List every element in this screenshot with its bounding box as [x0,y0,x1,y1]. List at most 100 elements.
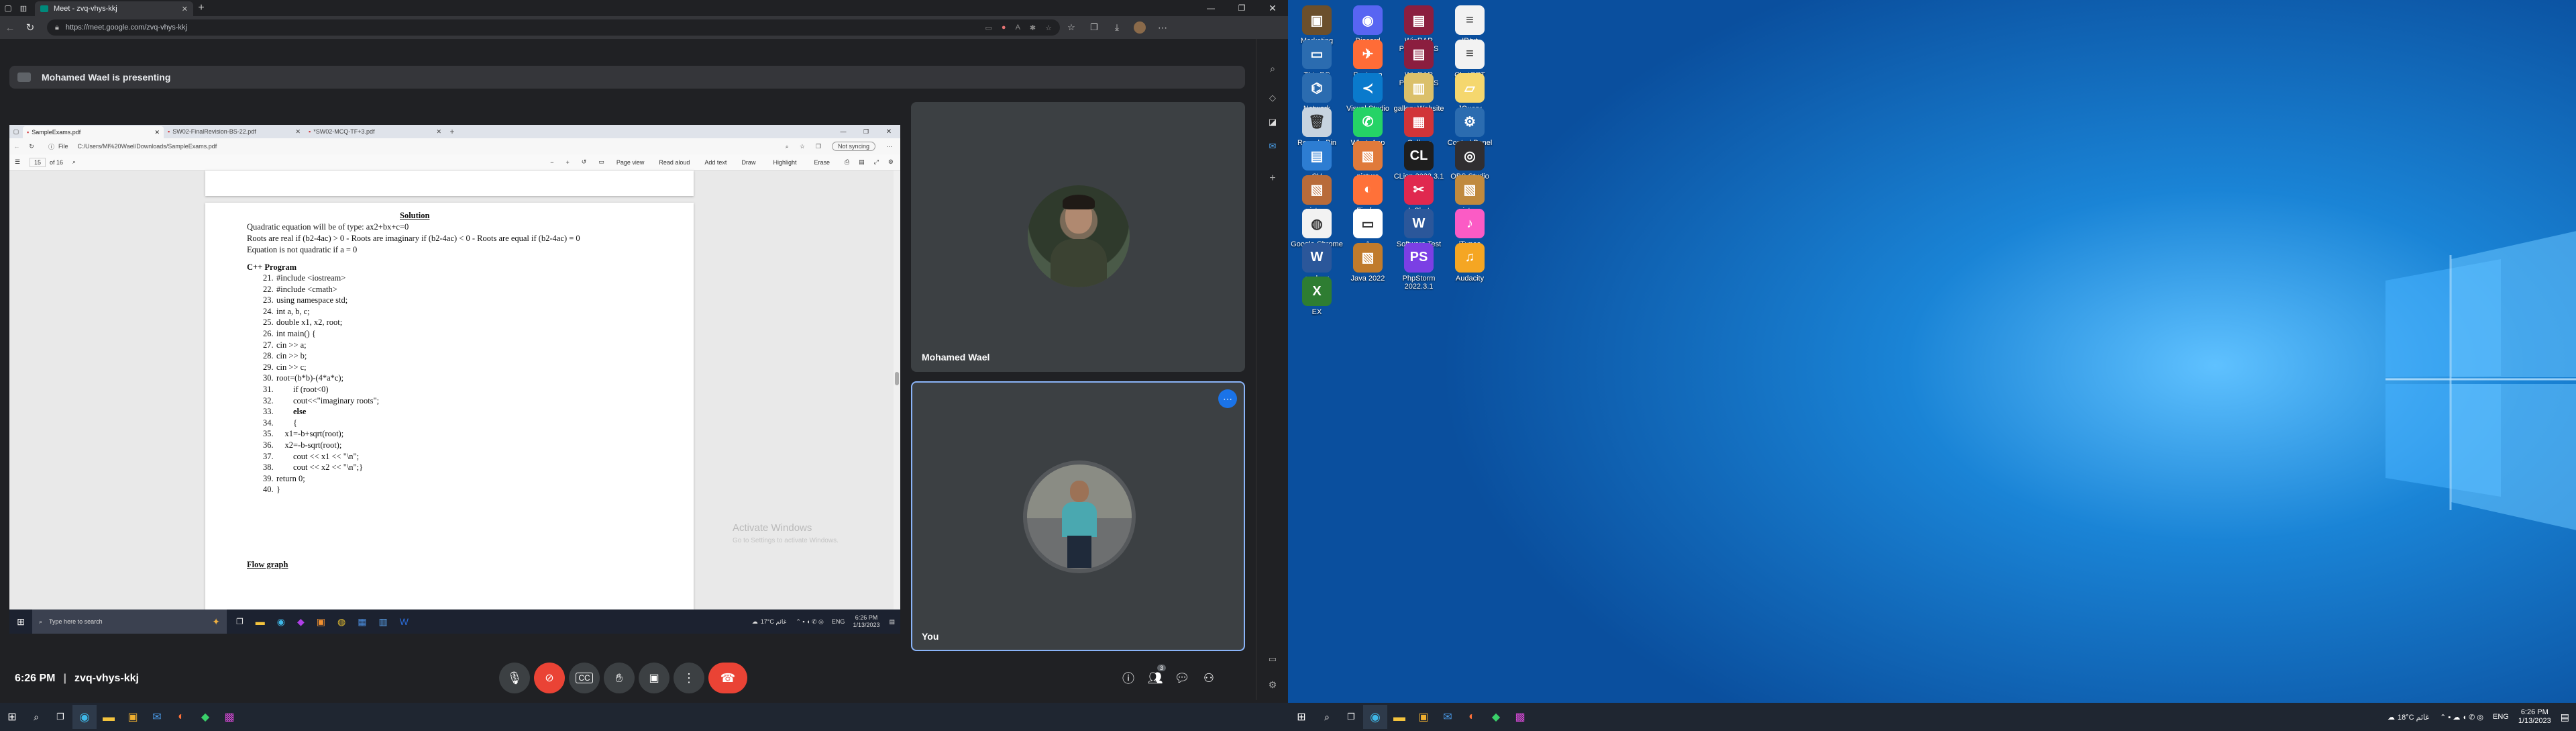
camera-off-button[interactable]: ⊘ [534,663,565,693]
camera-icon[interactable]: ▭ [985,23,992,32]
desktop-icon[interactable]: ♫ Audacity [1442,242,1497,283]
notification-icon[interactable]: ▤ [2561,712,2569,723]
desktop-app-icon: ▤ [1404,5,1434,35]
edge-taskbar-icon[interactable]: ◉ [72,705,97,729]
reload-icon[interactable]: ↻ [20,21,40,34]
presenting-text: Mohamed Wael is presenting [42,72,171,83]
sidebar-layout-icon[interactable]: ▭ [1265,651,1281,667]
back-icon[interactable]: ← [0,22,20,34]
shared-reload-icon: ↻ [29,142,34,150]
sidebar-outlook-icon[interactable]: ✉ [1265,138,1281,154]
collections-icon[interactable]: ❐ [1083,22,1106,33]
extensions-icon[interactable]: ✱ [1030,23,1036,32]
pdf-code-line: #include <cmath> [276,284,337,294]
taskview-icon[interactable]: ❐ [48,705,72,729]
clock[interactable]: 6:26 PM 1/13/2023 [2518,708,2551,726]
participant-tile-mohamed[interactable]: Mohamed Wael [911,102,1245,372]
shared-word-icon: W [399,616,409,627]
shared-tab-3: ▪ *SW02-MCQ-TF+3.pdf ✕ [309,128,441,136]
explorer-taskbar-icon[interactable]: ▬ [1387,705,1411,729]
desktop-icon[interactable]: PS PhpStorm 2022.3.1 [1391,242,1446,291]
pdf-icon: ▪ [27,129,30,136]
sidebar-office-icon[interactable]: ◪ [1265,114,1281,130]
language-indicator[interactable]: ENG [2493,713,2509,721]
workspaces-icon[interactable]: ▥ [16,0,31,16]
edge-taskbar-icon[interactable]: ◉ [1363,705,1387,729]
search-icon[interactable]: ⌕ [24,705,48,729]
new-tab-icon[interactable]: + [193,0,209,16]
pdf-code-line: cout << x1 << "\n"; [276,451,360,461]
desktop-icon[interactable]: X EX [1289,277,1344,316]
firefox-taskbar-icon[interactable]: ◐ [169,705,193,729]
mail-taskbar-icon[interactable]: ✉ [1436,705,1460,729]
restore-icon[interactable]: ❐ [1226,0,1257,16]
shared-search-icon: ⌕ [39,618,43,625]
app-taskbar-icon[interactable]: ◆ [1484,705,1508,729]
leave-call-button[interactable]: ☎︎ [708,663,747,693]
firefox-taskbar-icon[interactable]: ◐ [1460,705,1484,729]
search-icon[interactable]: ⌕ [1315,705,1339,729]
store-taskbar-icon[interactable]: ▣ [121,705,145,729]
pdf-code-line-number: 34. [263,418,274,428]
shared-info-icon: ⓘ [48,143,55,150]
shared-star-icon: ☆ [799,142,805,150]
pdf-draw: Draw [741,158,756,166]
info-icon: ⓘ [1122,672,1134,685]
desktop-app-icon: ◎ [1455,141,1485,170]
shared-screen: ▢ ▪ SampleExams.pdf ✕ ▪ SW02-FinalRevision-… [9,125,900,634]
weather-icon[interactable]: ☁ [2387,713,2395,722]
people-button[interactable]: 👥︎ 3 [1143,665,1167,690]
favorite-icon[interactable]: ☆ [1045,23,1052,32]
favorites-icon[interactable]: ☆ [1060,22,1083,33]
shared-app-icon: ◆ [297,616,305,627]
app-taskbar-icon[interactable]: ▩ [217,705,241,729]
meeting-details-button[interactable]: ⓘ [1116,666,1140,690]
sidebar-search-icon[interactable]: ⌕ [1265,60,1281,77]
activities-icon: ⚇ [1203,671,1215,685]
tab-meet[interactable]: Meet - zvq-vhys-kkj ✕ [35,1,193,16]
minimize-icon[interactable]: — [1195,0,1226,16]
read-aloud-icon[interactable]: A [1016,23,1020,32]
mic-blocked-icon[interactable]: ● [1002,23,1006,32]
activities-button[interactable]: ⚇ [1197,666,1221,690]
close-tab-icon[interactable]: ✕ [182,5,188,13]
start-icon[interactable]: ⊞ [0,705,24,729]
raise-hand-button[interactable]: ✋︎ [604,663,635,693]
pdf-code-line: else [276,407,307,417]
explorer-taskbar-icon[interactable]: ▬ [97,705,121,729]
app-taskbar-icon[interactable]: ▩ [1508,705,1532,729]
shared-app-icon: ▣ [316,616,325,627]
address-bar[interactable]: 🔒︎ https://meet.google.com/zvq-vhys-kkj … [47,19,1060,36]
pdf-code-line-number: 31. [263,385,274,394]
desktop-app-icon: ≡ [1455,5,1485,35]
taskview-icon[interactable]: ❐ [1339,705,1363,729]
more-menu-icon[interactable]: ⋯ [1151,22,1174,34]
mic-button[interactable]: 🎙︎ [499,663,530,693]
close-window-icon[interactable]: ✕ [1257,0,1288,16]
profile-avatar[interactable] [1128,21,1151,34]
desktop-app-icon: W [1302,242,1332,273]
weather-text[interactable]: 18°C غائم [2398,713,2429,722]
desktop-icon[interactable]: ▧ Java 2022 [1340,242,1395,283]
desktop-icon-label: Java 2022 [1350,274,1385,283]
pdf-highlight: Highlight [773,158,797,166]
captions-button[interactable]: CC [569,663,600,693]
people-icon: 👥︎ [1147,671,1163,685]
sidebar-settings-icon[interactable]: ⚙ [1265,677,1281,693]
sidebar-add-icon[interactable]: + [1265,170,1281,187]
more-options-button[interactable]: ⋮ [674,663,704,693]
start-icon[interactable]: ⊞ [1288,705,1315,729]
mail-taskbar-icon[interactable]: ✉ [145,705,169,729]
download-icon[interactable]: ⤓ [1106,22,1128,33]
pdf-code-line: #include <iostream> [276,273,346,283]
browser-menu-icon[interactable]: ▢ [0,0,16,16]
participant-tile-you[interactable]: ⋯ You [911,381,1245,651]
chat-button[interactable]: 💬︎ [1170,666,1194,690]
sidebar-shopping-icon[interactable]: ◇ [1265,90,1281,106]
pdf-code-line-number: 22. [263,284,274,294]
present-button[interactable]: ▣ [639,663,669,693]
app-taskbar-icon[interactable]: ◆ [193,705,217,729]
more-options-icon[interactable]: ⋯ [1218,389,1237,408]
tray-icons[interactable]: ⌃ ▪ ☁ ◖ ✆ ◎ [2440,713,2483,722]
store-taskbar-icon[interactable]: ▣ [1411,705,1436,729]
